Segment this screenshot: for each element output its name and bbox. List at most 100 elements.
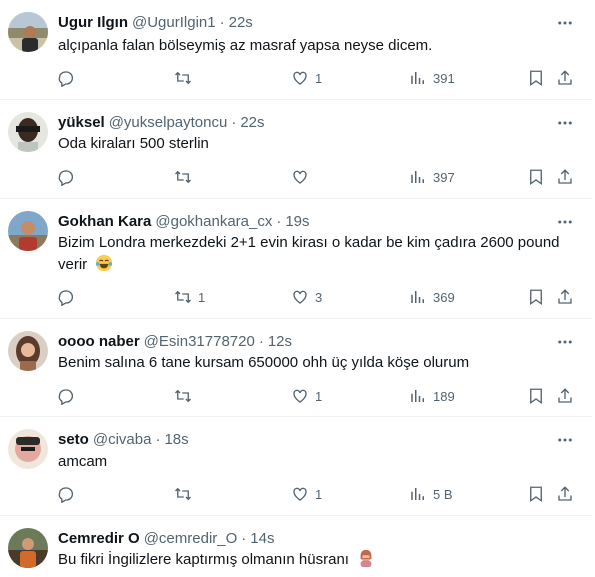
like-icon bbox=[293, 487, 307, 501]
share-button[interactable] bbox=[556, 385, 574, 407]
separator-dot: · bbox=[258, 332, 264, 350]
like-button[interactable]: 3 bbox=[291, 286, 322, 308]
share-button[interactable] bbox=[556, 67, 574, 89]
tweet[interactable]: oooo naber @Esin31778720 · 12s Benim sal… bbox=[0, 319, 592, 417]
views-icon bbox=[411, 72, 424, 84]
separator-dot: · bbox=[155, 430, 161, 448]
action-bar: 1 5 B bbox=[0, 483, 592, 505]
author-name[interactable]: oooo naber bbox=[58, 333, 140, 350]
bookmark-icon bbox=[530, 169, 542, 186]
author-handle[interactable]: @UgurIlgin1 bbox=[132, 14, 216, 31]
avatar[interactable] bbox=[8, 528, 48, 568]
like-button[interactable]: 1 bbox=[291, 385, 322, 407]
tweet-text-body: Bizim Londra merkezdeki 2+1 evin kirası … bbox=[58, 234, 560, 273]
avatar[interactable] bbox=[8, 112, 48, 152]
retweet-button[interactable] bbox=[174, 166, 198, 188]
views-button[interactable]: 397 bbox=[409, 166, 455, 188]
author-name[interactable]: Gokhan Kara bbox=[58, 213, 151, 230]
author-name[interactable]: yüksel bbox=[58, 114, 105, 131]
timestamp[interactable]: 18s bbox=[164, 431, 188, 448]
author-name[interactable]: Ugur Ilgın bbox=[58, 14, 128, 31]
separator-dot: · bbox=[219, 13, 225, 31]
view-count: 5 B bbox=[433, 486, 453, 502]
bookmark-button[interactable] bbox=[527, 166, 545, 188]
author-handle[interactable]: @gokhankara_cx bbox=[155, 213, 272, 230]
share-icon bbox=[558, 388, 572, 403]
bookmark-button[interactable] bbox=[527, 286, 545, 308]
tweet-text: Bu fikri İngilizlere kaptırmış olmanın h… bbox=[58, 549, 572, 574]
view-count: 369 bbox=[433, 289, 455, 305]
author-name[interactable]: Cemredir O bbox=[58, 530, 140, 547]
views-button[interactable]: 369 bbox=[409, 286, 455, 308]
share-button[interactable] bbox=[556, 166, 574, 188]
timestamp[interactable]: 12s bbox=[268, 333, 292, 350]
share-icon bbox=[558, 289, 572, 304]
like-count: 1 bbox=[315, 486, 323, 502]
share-icon bbox=[558, 169, 572, 184]
retweet-button[interactable] bbox=[174, 385, 198, 407]
share-button[interactable] bbox=[556, 483, 574, 505]
retweet-button[interactable] bbox=[174, 67, 198, 89]
separator-dot: · bbox=[231, 113, 237, 131]
tweet[interactable]: Cemredir O @cemredir_O · 14s Bu fikri İn… bbox=[0, 516, 592, 577]
tweet[interactable]: yüksel @yukselpaytoncu · 22s Oda kiralar… bbox=[0, 100, 592, 199]
timestamp[interactable]: 14s bbox=[250, 530, 274, 547]
avatar[interactable] bbox=[8, 331, 48, 371]
like-count: 1 bbox=[315, 388, 323, 404]
reply-button[interactable] bbox=[57, 67, 81, 89]
reply-button[interactable] bbox=[57, 286, 81, 308]
reply-icon bbox=[58, 487, 74, 503]
tweet[interactable]: Gokhan Kara @gokhankara_cx · 19s Bizim L… bbox=[0, 199, 592, 319]
views-button[interactable]: 5 B bbox=[409, 483, 453, 505]
timestamp[interactable]: 22s bbox=[240, 114, 264, 131]
tweet[interactable]: seto @civaba · 18s amcam 1 5 B bbox=[0, 417, 592, 516]
views-icon bbox=[411, 171, 424, 183]
share-button[interactable] bbox=[556, 286, 574, 308]
tweet-text: amcam bbox=[58, 453, 108, 470]
reply-button[interactable] bbox=[57, 483, 81, 505]
tweet-header: oooo naber @Esin31778720 · 12s bbox=[58, 331, 292, 351]
bookmark-button[interactable] bbox=[527, 385, 545, 407]
retweet-button[interactable]: 1 bbox=[174, 286, 205, 308]
views-button[interactable]: 391 bbox=[409, 67, 455, 89]
avatar[interactable] bbox=[8, 12, 48, 52]
retweet-icon bbox=[175, 170, 191, 184]
bookmark-icon bbox=[530, 388, 542, 405]
bookmark-button[interactable] bbox=[527, 483, 545, 505]
view-count: 189 bbox=[433, 388, 455, 404]
action-bar: 1 3 369 bbox=[0, 286, 592, 308]
views-button[interactable]: 189 bbox=[409, 385, 455, 407]
tweet-text: Oda kiraları 500 sterlin bbox=[58, 135, 209, 152]
reply-button[interactable] bbox=[57, 385, 81, 407]
author-handle[interactable]: @civaba bbox=[93, 431, 152, 448]
bookmark-button[interactable] bbox=[527, 67, 545, 89]
like-icon bbox=[293, 290, 307, 304]
avatar[interactable] bbox=[8, 429, 48, 469]
bookmark-icon bbox=[530, 486, 542, 503]
view-count: 391 bbox=[433, 70, 455, 86]
timestamp[interactable]: 22s bbox=[229, 14, 253, 31]
like-button[interactable]: 1 bbox=[291, 483, 322, 505]
avatar[interactable] bbox=[8, 211, 48, 251]
more-icon[interactable] bbox=[552, 427, 578, 453]
author-handle[interactable]: @yukselpaytoncu bbox=[109, 114, 228, 131]
like-button[interactable] bbox=[291, 166, 315, 188]
reply-icon bbox=[58, 170, 74, 186]
author-handle[interactable]: @Esin31778720 bbox=[144, 333, 255, 350]
timestamp[interactable]: 19s bbox=[285, 213, 309, 230]
action-bar: 397 bbox=[0, 166, 592, 188]
retweet-count: 1 bbox=[198, 289, 206, 305]
author-name[interactable]: seto bbox=[58, 431, 89, 448]
tweet-header: Gokhan Kara @gokhankara_cx · 19s bbox=[58, 211, 310, 231]
tweet[interactable]: Ugur Ilgın @UgurIlgin1 · 22s alçıpanla f… bbox=[0, 0, 592, 100]
like-button[interactable]: 1 bbox=[291, 67, 322, 89]
more-icon[interactable] bbox=[552, 10, 578, 36]
separator-dot: · bbox=[276, 212, 282, 230]
action-bar: 1 189 bbox=[0, 385, 592, 407]
reply-button[interactable] bbox=[57, 166, 81, 188]
like-count: 3 bbox=[315, 289, 323, 305]
retweet-button[interactable] bbox=[174, 483, 198, 505]
like-count: 1 bbox=[315, 70, 323, 86]
author-handle[interactable]: @cemredir_O bbox=[144, 530, 238, 547]
views-icon bbox=[411, 390, 424, 402]
